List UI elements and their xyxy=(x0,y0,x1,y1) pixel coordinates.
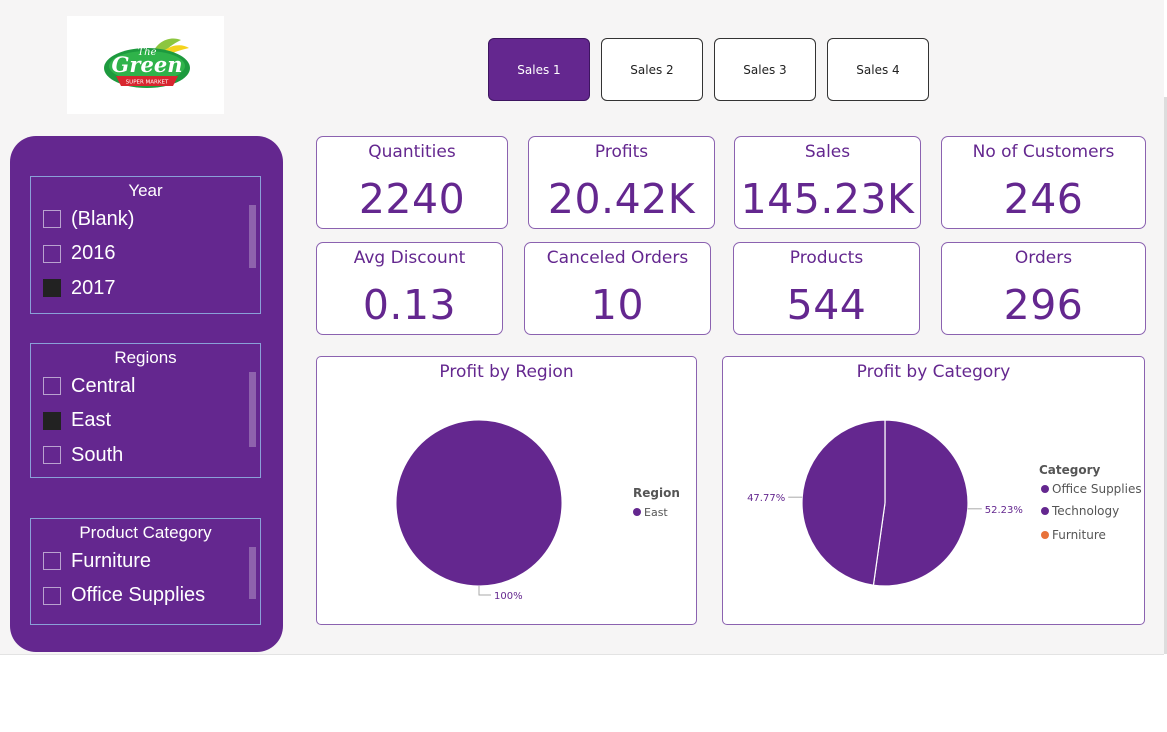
slicer-title: Year xyxy=(128,181,163,200)
kpi-value: 145.23K xyxy=(740,175,915,223)
legend-marker xyxy=(1041,507,1049,515)
pie-chart-region: 100% Region East xyxy=(395,419,680,602)
green-supermarket-logo: The Green SUPER MARKET xyxy=(104,38,190,88)
pie-slice-east[interactable] xyxy=(395,419,563,587)
checkbox[interactable] xyxy=(43,446,61,465)
slicer-title: Regions xyxy=(114,348,177,367)
legend-item-technology[interactable]: Technology xyxy=(1051,504,1119,518)
kpi-value: 246 xyxy=(1003,175,1084,223)
kpi-value: 20.42K xyxy=(547,175,696,223)
data-label: 100% xyxy=(494,591,523,602)
svg-text:Green: Green xyxy=(112,52,183,77)
category-option-office-supplies[interactable]: Office Supplies xyxy=(31,579,260,614)
kpi-sales-card: Sales 145.23K xyxy=(734,136,921,229)
option-label: 2017 xyxy=(71,276,116,299)
slicer-scrollbar[interactable] xyxy=(249,372,256,447)
kpi-label: Sales xyxy=(804,142,851,162)
kpi-value: 2240 xyxy=(358,175,466,223)
kpi-avg-discount-card: Avg Discount 0.13 xyxy=(316,242,503,335)
svg-text:SUPER MARKET: SUPER MARKET xyxy=(126,80,169,86)
legend-item-office-supplies[interactable]: Office Supplies xyxy=(1052,482,1142,496)
kpi-value: 10 xyxy=(590,281,645,329)
kpi-profits-card: Profits 20.42K xyxy=(528,136,715,229)
data-label: 47.77% xyxy=(747,493,785,504)
kpi-label: Products xyxy=(789,248,864,268)
logo: The Green SUPER MARKET xyxy=(67,16,224,114)
legend-title: Region xyxy=(633,486,680,500)
kpi-value: 544 xyxy=(786,281,867,329)
checkbox[interactable] xyxy=(43,411,61,430)
legend-marker xyxy=(1041,531,1049,539)
option-label: Furniture xyxy=(71,549,152,572)
slicer-scrollbar[interactable] xyxy=(249,547,256,599)
kpi-orders-card: Orders 296 xyxy=(941,242,1146,335)
kpi-label: Orders xyxy=(1014,248,1073,268)
legend-marker xyxy=(633,508,641,516)
year-option-2017[interactable]: 2017 xyxy=(31,271,260,306)
region-option-central[interactable]: Central xyxy=(31,369,260,404)
regions-slicer: Regions Central East South xyxy=(30,343,261,478)
year-option-2016[interactable]: 2016 xyxy=(31,237,260,272)
checkbox[interactable] xyxy=(43,377,61,396)
checkbox[interactable] xyxy=(43,586,61,605)
data-label-leader xyxy=(478,586,491,596)
pie-slice-office-supplies[interactable] xyxy=(872,419,969,587)
option-label: Office Supplies xyxy=(71,584,206,607)
option-label: South xyxy=(71,443,124,466)
nav-sales-3-button[interactable]: Sales 3 xyxy=(714,38,816,101)
option-label: (Blank) xyxy=(71,207,135,230)
option-label: East xyxy=(71,409,112,432)
kpi-canceled-orders-card: Canceled Orders 10 xyxy=(524,242,711,335)
nav-sales-2-button[interactable]: Sales 2 xyxy=(601,38,703,101)
checkbox[interactable] xyxy=(43,279,61,298)
data-label: 52.23% xyxy=(985,505,1023,516)
kpi-label: Quantities xyxy=(368,142,456,162)
kpi-label: Canceled Orders xyxy=(546,248,689,268)
nav-sales-1-button[interactable]: Sales 1 xyxy=(488,38,590,101)
pie-slice-technology[interactable] xyxy=(801,419,886,586)
region-option-south[interactable]: South xyxy=(31,438,260,473)
kpi-value: 0.13 xyxy=(362,281,457,329)
profit-by-region-chart: Profit by Region 100% Region East xyxy=(316,356,697,625)
year-option-blank[interactable]: (Blank) xyxy=(31,202,260,237)
legend-item-east[interactable]: East xyxy=(644,506,668,519)
legend-marker xyxy=(1041,485,1049,493)
profit-by-category-chart: Profit by Category 52.23% 47.77% Categor… xyxy=(722,356,1145,625)
kpi-label: Avg Discount xyxy=(353,248,466,268)
kpi-label: Profits xyxy=(594,142,649,162)
option-label: Central xyxy=(71,374,136,397)
checkbox[interactable] xyxy=(43,210,61,229)
kpi-value: 296 xyxy=(1003,281,1084,329)
category-option-furniture[interactable]: Furniture xyxy=(31,544,260,579)
kpi-quantities-card: Quantities 2240 xyxy=(316,136,508,229)
legend-item-furniture[interactable]: Furniture xyxy=(1052,528,1106,542)
filter-sidebar: Year (Blank) 2016 2017 Regions Central E… xyxy=(10,136,283,652)
kpi-label: No of Customers xyxy=(972,142,1115,162)
kpi-products-card: Products 544 xyxy=(733,242,920,335)
pie-chart-category: 52.23% 47.77% Category Office Supplies T… xyxy=(747,419,1142,587)
product-category-slicer: Product Category Furniture Office Suppli… xyxy=(30,518,261,625)
kpi-customers-card: No of Customers 246 xyxy=(941,136,1146,229)
legend-title: Category xyxy=(1039,463,1101,477)
slicer-scrollbar[interactable] xyxy=(249,205,256,268)
slicer-title: Product Category xyxy=(79,523,212,542)
nav-sales-4-button[interactable]: Sales 4 xyxy=(827,38,929,101)
checkbox[interactable] xyxy=(43,552,61,571)
year-slicer: Year (Blank) 2016 2017 xyxy=(30,176,261,314)
option-label: 2016 xyxy=(71,242,116,265)
region-option-east[interactable]: East xyxy=(31,404,260,439)
checkbox[interactable] xyxy=(43,244,61,263)
